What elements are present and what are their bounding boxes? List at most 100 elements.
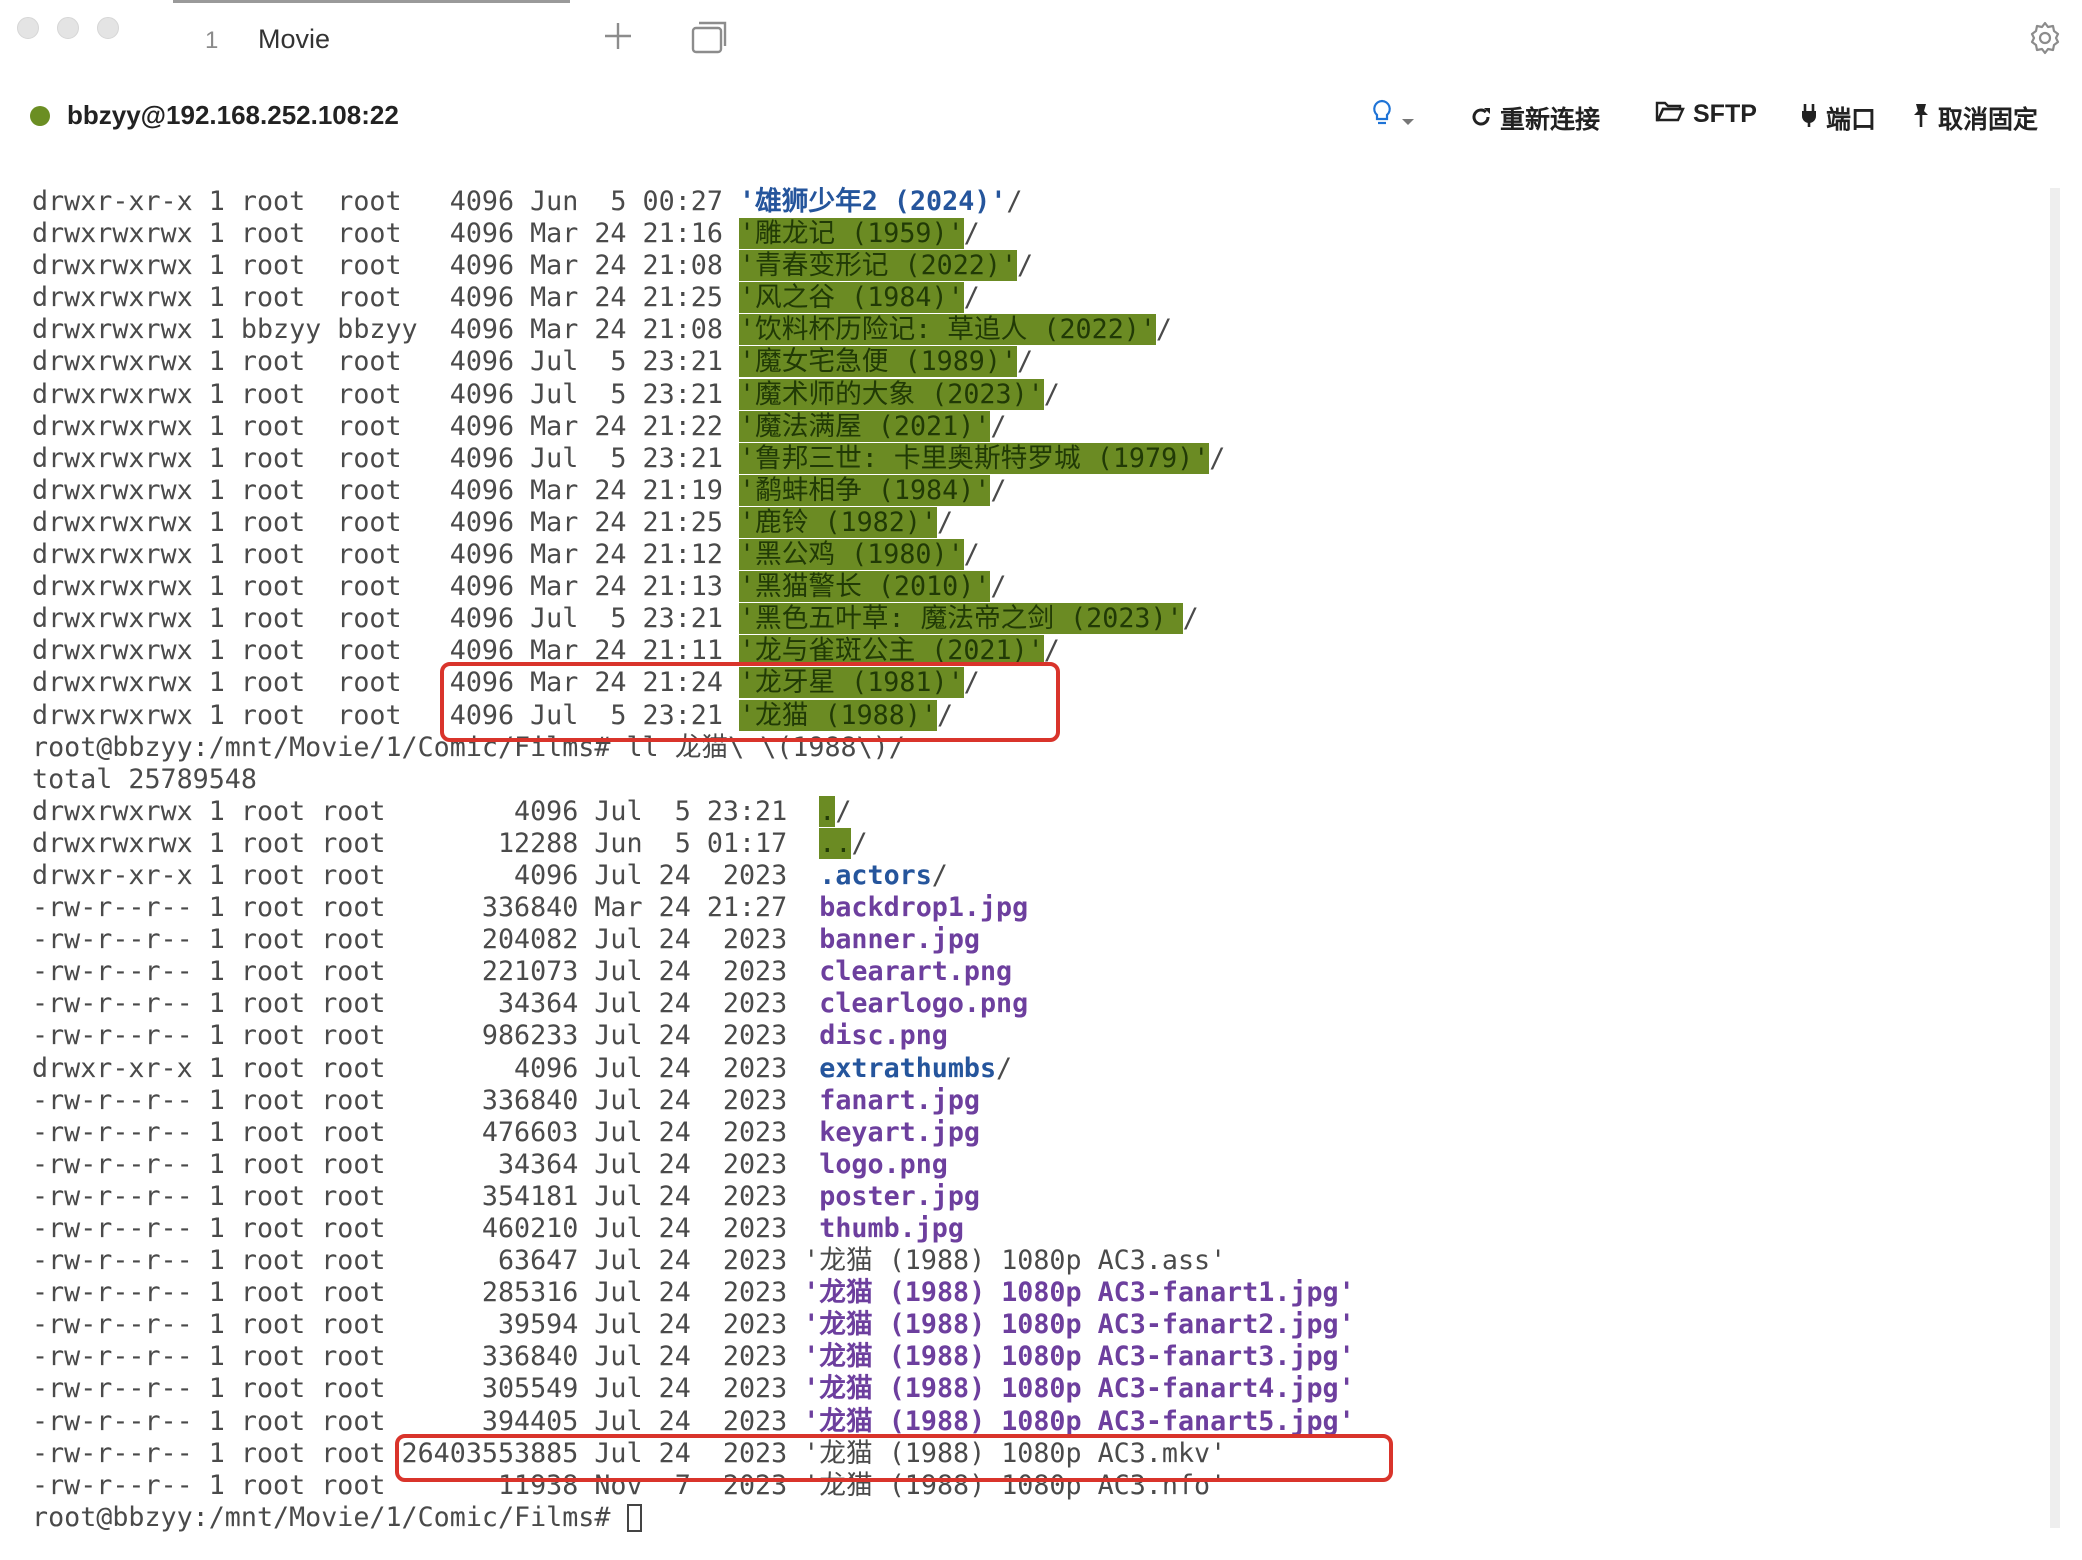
terminal-line: drwxrwxrwx 1 root root 4096 Mar 24 21:08… bbox=[32, 250, 1355, 282]
line-suffix: / bbox=[1155, 314, 1172, 346]
terminal-line: -rw-r--r-- 1 root root 986233 Jul 24 202… bbox=[32, 1020, 1355, 1052]
line-suffix: / bbox=[1017, 250, 1034, 282]
line-suffix: / bbox=[990, 474, 1007, 506]
terminal-output[interactable]: drwxr-xr-x 1 root root 4096 Jun 5 00:27 … bbox=[0, 158, 2060, 1560]
line-text: total 25789548 bbox=[32, 763, 257, 795]
line-text: -rw-r--r-- 1 root root 34364 Jul 24 2023 bbox=[32, 988, 820, 1020]
file-name: '龙猫 (1988) 1080p AC3-fanart1.jpg' bbox=[803, 1277, 1355, 1309]
terminal-lines: drwxr-xr-x 1 root root 4096 Jun 5 00:27 … bbox=[32, 186, 1355, 1534]
window-icon[interactable] bbox=[691, 20, 729, 59]
plug-icon bbox=[1800, 102, 1818, 135]
line-text: drwxr-xr-x 1 root root 4096 Jul 24 2023 bbox=[32, 859, 820, 891]
connection-status-dot bbox=[30, 106, 50, 126]
file-name: '鹿铃 (1982)' bbox=[738, 506, 937, 538]
tab-movie[interactable]: 1 Movie bbox=[173, 0, 570, 76]
file-name: '鹬蚌相争 (1984)' bbox=[738, 474, 991, 506]
file-name: '龙猫 (1988) 1080p AC3-fanart4.jpg' bbox=[803, 1373, 1355, 1405]
terminal-line: drwxrwxrwx 1 root root 4096 Mar 24 21:19… bbox=[32, 474, 1355, 507]
file-name: '雕龙记 (1959)' bbox=[738, 218, 964, 250]
annotation-box-folders bbox=[440, 662, 1060, 742]
file-name: . bbox=[819, 795, 836, 827]
file-name: '龙猫 (1988) 1080p AC3-fanart5.jpg' bbox=[803, 1405, 1355, 1437]
unpin-label: 取消固定 bbox=[1938, 106, 2039, 134]
terminal-line: -rw-r--r-- 1 root root 354181 Jul 24 202… bbox=[32, 1181, 1355, 1213]
file-name: .actors bbox=[819, 859, 932, 891]
line-text: root@bbzyy:/mnt/Movie/1/Comic/Films# bbox=[32, 1501, 627, 1533]
file-name: '黑猫警长 (2010)' bbox=[738, 571, 991, 603]
chevron-down-icon bbox=[1400, 106, 1416, 134]
file-name: '黑色五叶草: 魔法帝之剑 (2023)' bbox=[738, 603, 1183, 635]
terminal-line: -rw-r--r-- 1 root root 34364 Jul 24 2023… bbox=[32, 988, 1355, 1020]
line-suffix: / bbox=[963, 218, 980, 250]
connection-bar: bbzyy@192.168.252.108:22 重新连接 SFTP 端口 取消… bbox=[0, 78, 2082, 158]
terminal-cursor bbox=[626, 1504, 642, 1533]
tab-title: Movie bbox=[258, 24, 331, 54]
reconnect-button[interactable]: 重新连接 bbox=[1470, 100, 1600, 136]
terminal-line: -rw-r--r-- 1 root root 460210 Jul 24 202… bbox=[32, 1213, 1355, 1245]
terminal-line: drwxr-xr-x 1 root root 4096 Jul 24 2023 … bbox=[32, 860, 1355, 892]
pin-icon bbox=[1912, 102, 1930, 135]
hint-dropdown[interactable] bbox=[1371, 98, 1416, 135]
gear-icon[interactable] bbox=[2027, 20, 2063, 61]
file-name: '风之谷 (1984)' bbox=[738, 282, 964, 314]
line-text: drwxr-xr-x 1 root root 4096 Jul 24 2023 bbox=[32, 1052, 820, 1084]
lightbulb-icon bbox=[1371, 99, 1400, 134]
line-text: -rw-r--r-- 1 root root 336840 Jul 24 202… bbox=[32, 1084, 820, 1116]
line-text: drwxrwxrwx 1 root root 4096 Mar 24 21:08 bbox=[32, 250, 739, 282]
line-text: -rw-r--r-- 1 root root 986233 Jul 24 202… bbox=[32, 1020, 820, 1052]
line-text: drwxrwxrwx 1 root root 4096 Jul 5 23:21 bbox=[32, 603, 739, 635]
sftp-button[interactable]: SFTP bbox=[1655, 100, 1757, 129]
line-suffix: / bbox=[1017, 346, 1034, 378]
terminal-line: drwxr-xr-x 1 root root 4096 Jun 5 00:27 … bbox=[32, 186, 1355, 218]
file-name: '雄狮少年2 (2024)' bbox=[738, 186, 1007, 217]
line-text: -rw-r--r-- 1 root root 354181 Jul 24 202… bbox=[32, 1180, 820, 1212]
line-text: -rw-r--r-- 1 root root 39594 Jul 24 2023 bbox=[32, 1309, 804, 1341]
connection-label: bbzyy@192.168.252.108:22 bbox=[67, 100, 399, 130]
file-name: '鲁邦三世: 卡里奥斯特罗城 (1979)' bbox=[738, 442, 1210, 474]
file-name: disc.png bbox=[819, 1020, 948, 1052]
terminal-line: root@bbzyy:/mnt/Movie/1/Comic/Films# bbox=[32, 1502, 1355, 1534]
line-text: drwxrwxrwx 1 bbzyy bbzyy 4096 Mar 24 21:… bbox=[32, 314, 739, 346]
window-minimize-button[interactable] bbox=[57, 17, 79, 39]
sftp-label: SFTP bbox=[1693, 100, 1757, 128]
line-text: drwxrwxrwx 1 root root 4096 Mar 24 21:13 bbox=[32, 571, 739, 603]
terminal-line: -rw-r--r-- 1 root root 221073 Jul 24 202… bbox=[32, 956, 1355, 988]
file-name: clearlogo.png bbox=[819, 988, 1029, 1020]
terminal-line: total 25789548 bbox=[32, 764, 1355, 796]
terminal-line: -rw-r--r-- 1 root root 336840 Mar 24 21:… bbox=[32, 892, 1355, 924]
line-text: drwxrwxrwx 1 root root 4096 Jul 5 23:21 bbox=[32, 346, 739, 378]
line-suffix: / bbox=[963, 282, 980, 314]
port-button[interactable]: 端口 bbox=[1800, 100, 1876, 136]
file-name: extrathumbs bbox=[819, 1052, 997, 1084]
file-name: '饮料杯历险记: 草追人 (2022)' bbox=[738, 314, 1156, 346]
file-name: '黑公鸡 (1980)' bbox=[738, 539, 964, 571]
tab-bar: 1 Movie bbox=[0, 0, 2082, 78]
file-name: '青春变形记 (2022)' bbox=[738, 250, 1018, 282]
terminal-line: drwxrwxrwx 1 root root 4096 Mar 24 21:25… bbox=[32, 506, 1355, 539]
scrollbar[interactable] bbox=[2050, 188, 2060, 1528]
file-name: '魔女宅急便 (1989)' bbox=[738, 346, 1018, 378]
file-name: keyart.jpg bbox=[819, 1116, 980, 1148]
window-close-button[interactable] bbox=[17, 17, 39, 39]
line-text: -rw-r--r-- 1 root root 285316 Jul 24 202… bbox=[32, 1277, 804, 1309]
file-name: fanart.jpg bbox=[819, 1084, 980, 1116]
line-text: drwxrwxrwx 1 root root 4096 Mar 24 21:12 bbox=[32, 539, 739, 571]
terminal-line: -rw-r--r-- 1 root root 305549 Jul 24 202… bbox=[32, 1373, 1355, 1405]
plus-icon[interactable] bbox=[602, 20, 634, 57]
line-suffix: / bbox=[936, 506, 954, 538]
line-text: drwxrwxrwx 1 root root 4096 Mar 24 21:25 bbox=[32, 506, 739, 538]
file-name: poster.jpg bbox=[819, 1180, 980, 1212]
reconnect-label: 重新连接 bbox=[1500, 106, 1601, 134]
window-zoom-button[interactable] bbox=[97, 17, 119, 39]
terminal-line: drwxrwxrwx 1 root root 12288 Jun 5 01:17… bbox=[32, 827, 1355, 860]
file-name: backdrop1.jpg bbox=[819, 892, 1029, 924]
terminal-line: -rw-r--r-- 1 root root 285316 Jul 24 202… bbox=[32, 1277, 1355, 1309]
line-text: drwxrwxrwx 1 root root 4096 Mar 24 21:25 bbox=[32, 282, 739, 314]
line-suffix: / bbox=[1006, 186, 1023, 217]
unpin-button[interactable]: 取消固定 bbox=[1912, 100, 2038, 136]
tab-index: 1 bbox=[205, 27, 219, 54]
line-suffix: / bbox=[963, 539, 980, 571]
port-label: 端口 bbox=[1826, 106, 1877, 134]
line-text: drwxrwxrwx 1 root root 4096 Jul 5 23:21 bbox=[32, 795, 820, 827]
terminal-line: -rw-r--r-- 1 root root 336840 Jul 24 202… bbox=[32, 1085, 1355, 1117]
